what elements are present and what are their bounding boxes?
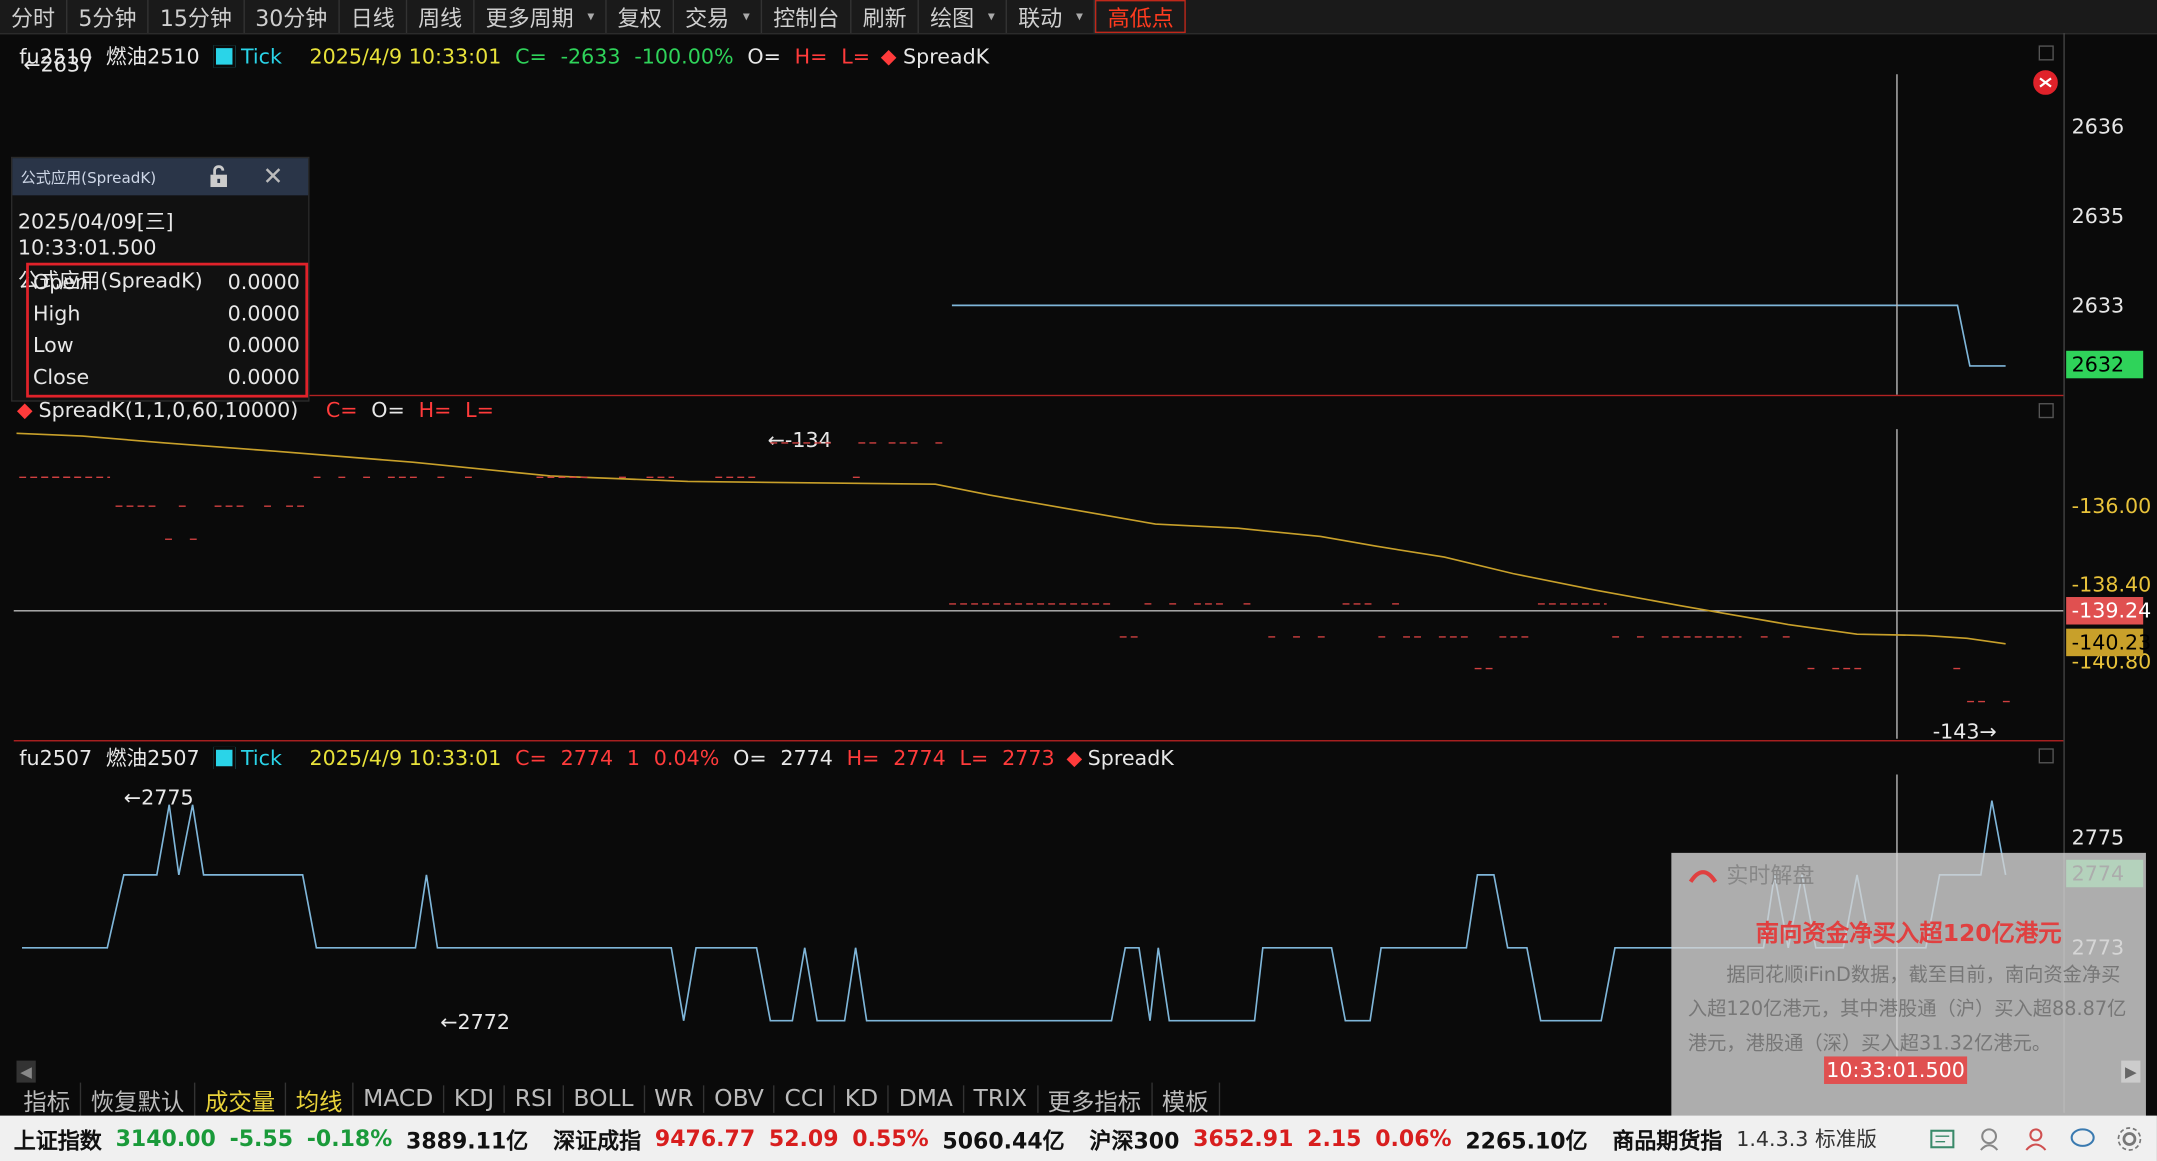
- ohlc-label: High: [33, 300, 81, 326]
- ohlc-table: Open 0.0000 High 0.0000 Low 0.0000 Close 0.0000: [26, 262, 309, 398]
- indicator-tab[interactable]: RSI: [505, 1085, 564, 1113]
- version-label: 1.4.3.3 标准版: [1736, 1126, 1877, 1152]
- indicator-tab[interactable]: WR: [645, 1085, 705, 1113]
- lock-icon[interactable]: [209, 165, 228, 188]
- indicator-tab[interactable]: 恢复默认: [81, 1081, 196, 1117]
- index-value: 9476.77: [654, 1125, 756, 1152]
- axis-tick: 2633: [2071, 293, 2125, 318]
- indicator-tab[interactable]: CCI: [775, 1085, 836, 1113]
- ohlc-row: Open 0.0000: [29, 265, 305, 297]
- formula-popup[interactable]: 公式应用(SpreadK) ✕ 2025/04/09[三] 10:33:01.5…: [11, 156, 310, 402]
- axis-tick: 2636: [2071, 114, 2125, 139]
- index-amount: 2265.10亿: [1465, 1127, 1588, 1154]
- indicator-tab[interactable]: TRIX: [964, 1085, 1039, 1113]
- index-change: 52.09: [768, 1125, 839, 1152]
- indicator-tab[interactable]: 均线: [286, 1081, 354, 1117]
- indicator-tab[interactable]: 指标: [14, 1081, 82, 1117]
- user-icon[interactable]: [2022, 1125, 2050, 1153]
- spread-tick-dashes: [19, 442, 2012, 703]
- scroll-left-icon[interactable]: ◀: [16, 1060, 36, 1083]
- axis-tick: -138.40: [2071, 572, 2152, 598]
- popup-header: 公式应用(SpreadK) ✕: [12, 158, 309, 196]
- index-name[interactable]: 深证成指: [553, 1122, 641, 1155]
- news-body: 据同花顺iFinD数据，截至目前，南向资金净买入超120亿港元，其中港股通（沪）…: [1687, 964, 2127, 1056]
- cursor-time-box: 10:33:01.500: [1824, 1056, 1968, 1084]
- popup-datetime: 2025/04/09[三] 10:33:01.500: [17, 209, 174, 260]
- chat-icon[interactable]: [2069, 1125, 2097, 1153]
- ohlc-value: 0.0000: [227, 268, 300, 294]
- indicator-tab[interactable]: KD: [835, 1085, 890, 1113]
- ohlc-value: 0.0000: [227, 363, 300, 389]
- ohlc-row: Close 0.0000: [29, 360, 305, 392]
- panel2-chart: [13, 429, 2064, 739]
- indicator-tab[interactable]: OBV: [705, 1085, 775, 1113]
- message-icon[interactable]: [1929, 1125, 1957, 1153]
- indicator-tab[interactable]: 更多指标: [1038, 1081, 1153, 1117]
- index-name[interactable]: 商品期货指: [1612, 1122, 1722, 1155]
- ohlc-value: 0.0000: [227, 300, 300, 326]
- index-pct: -0.18%: [306, 1125, 393, 1152]
- service-icon[interactable]: [1975, 1125, 2003, 1153]
- indicator-tab[interactable]: BOLL: [564, 1085, 645, 1113]
- spread-ma-line: [16, 432, 2006, 645]
- scroll-right-icon[interactable]: ▶: [2121, 1060, 2141, 1083]
- index-amount: 3889.11亿: [406, 1127, 529, 1154]
- index-amount: 5060.44亿: [942, 1127, 1065, 1154]
- cursor-value-box: -139.24: [2066, 597, 2151, 625]
- popup-title: 公式应用(SpreadK): [20, 168, 157, 187]
- ohlc-row: Low 0.0000: [29, 329, 305, 361]
- axis-tick: 2775: [2071, 825, 2125, 851]
- index-name[interactable]: 上证指数: [14, 1122, 102, 1155]
- index-change: 2.15: [1307, 1125, 1362, 1152]
- ohlc-row: High 0.0000: [29, 297, 305, 329]
- last-price-box: 2632: [2066, 350, 2144, 379]
- news-header: 实时解盘: [1671, 853, 2146, 894]
- news-title[interactable]: 南向资金净买入超120亿港元: [1671, 913, 2146, 948]
- close-icon[interactable]: ✕: [263, 162, 284, 191]
- indicator-tab[interactable]: DMA: [889, 1085, 964, 1113]
- ohlc-label: Low: [33, 332, 74, 357]
- ohlc-value: 0.0000: [227, 332, 300, 357]
- index-pct: 0.06%: [1375, 1125, 1452, 1152]
- price-line: [951, 304, 2006, 367]
- indicator-tabs: 指标 恢复默认 成交量 均线 MACD KDJ RSI BOLL WR OBV CCI KD DMA TR…: [14, 1081, 1651, 1117]
- indicator-tab[interactable]: 模板: [1152, 1081, 1220, 1117]
- index-name[interactable]: 沪深300: [1089, 1122, 1179, 1155]
- ohlc-label: Close: [33, 363, 90, 389]
- index-pct: 0.55%: [852, 1125, 929, 1152]
- last-value-box: -140.23: [2066, 628, 2151, 657]
- index-value: 3652.91: [1193, 1125, 1294, 1152]
- ohlc-label: Open: [33, 268, 89, 294]
- news-logo-icon: [1688, 870, 1718, 883]
- indicator-tab[interactable]: 成交量: [195, 1081, 287, 1117]
- index-value: 3140.00: [115, 1125, 216, 1152]
- indicator-tab[interactable]: KDJ: [444, 1085, 506, 1113]
- axis-tick: -136.00: [2071, 493, 2152, 519]
- settings-icon[interactable]: [2116, 1125, 2144, 1153]
- axis-tick: 2635: [2071, 203, 2125, 229]
- index-change: -5.55: [229, 1125, 294, 1152]
- status-bar: 上证指数 3140.00 -5.55 -0.18% 3889.11亿 深证成指 …: [0, 1115, 2157, 1161]
- indicator-tab[interactable]: MACD: [354, 1085, 445, 1113]
